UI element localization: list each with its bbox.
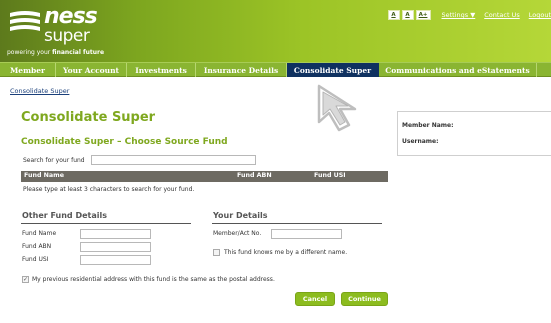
logo-stripes-icon [10, 11, 40, 31]
fund-usi-input[interactable] [80, 255, 151, 265]
search-fund-label: Search for your fund [23, 157, 85, 164]
mouse-cursor-icon [317, 84, 357, 132]
member-act-label: Member/Act No. [213, 230, 262, 237]
nav-member[interactable]: Member [0, 63, 56, 77]
other-fund-details-title: Other Fund Details [22, 211, 107, 220]
font-size-medium-button[interactable]: A [401, 10, 414, 20]
breadcrumb[interactable]: Consolidate Super [10, 87, 69, 95]
fund-table-header: Fund Name Fund ABN Fund USI [21, 171, 388, 182]
nav-consolidate-super[interactable]: Consolidate Super [287, 63, 379, 77]
ness-super-logo[interactable]: ness super powering your financial futur… [6, 4, 116, 58]
nav-your-account[interactable]: Your Account [56, 63, 127, 77]
username-label: Username: [402, 138, 439, 145]
same-address-label: My previous residential address with thi… [32, 276, 275, 283]
nav-communications[interactable]: Communications and eStatements [379, 63, 537, 77]
main-nav: Member Your Account Investments Insuranc… [0, 62, 551, 77]
your-details-divider [212, 223, 382, 224]
font-size-small-button[interactable]: A [387, 10, 400, 20]
fund-abn-input[interactable] [80, 242, 151, 252]
fund-name-input[interactable] [80, 229, 151, 239]
site-header: ness super powering your financial futur… [0, 0, 551, 62]
search-hint: Please type at least 3 characters to sea… [23, 186, 195, 193]
page-subtitle: Consolidate Super – Choose Source Fund [21, 137, 228, 147]
cancel-button[interactable]: Cancel [295, 292, 335, 306]
font-size-large-button[interactable]: A+ [415, 10, 431, 20]
col-fund-usi: Fund USI [314, 172, 346, 179]
fund-usi-label: Fund USI [22, 256, 49, 263]
logout-link[interactable]: Logout [529, 11, 551, 19]
your-details-title: Your Details [213, 211, 268, 220]
same-address-checkbox[interactable]: ✓ [22, 276, 29, 283]
member-name-label: Member Name: [402, 122, 454, 129]
col-fund-abn: Fund ABN [237, 172, 272, 179]
nav-insurance-details[interactable]: Insurance Details [196, 63, 287, 77]
fund-abn-label: Fund ABN [22, 243, 52, 250]
other-fund-divider [21, 223, 191, 224]
tagline: powering your financial future [7, 49, 105, 56]
contact-us-link[interactable]: Contact Us [484, 11, 520, 19]
col-fund-name: Fund Name [24, 172, 65, 179]
settings-link[interactable]: Settings ▼ [442, 11, 476, 19]
member-act-input[interactable] [271, 229, 342, 239]
member-info-panel: Member Name: Username: [397, 111, 551, 156]
fund-name-label: Fund Name [22, 230, 57, 237]
nav-investments[interactable]: Investments [127, 63, 196, 77]
search-fund-input[interactable] [91, 155, 256, 165]
logo-super-text: super [44, 26, 90, 46]
utility-links: A A A+ Settings ▼ Contact Us Logout [387, 9, 551, 21]
different-name-label: This fund knows me by a different name. [224, 249, 348, 256]
continue-button[interactable]: Continue [341, 292, 388, 306]
different-name-checkbox[interactable] [213, 249, 220, 256]
